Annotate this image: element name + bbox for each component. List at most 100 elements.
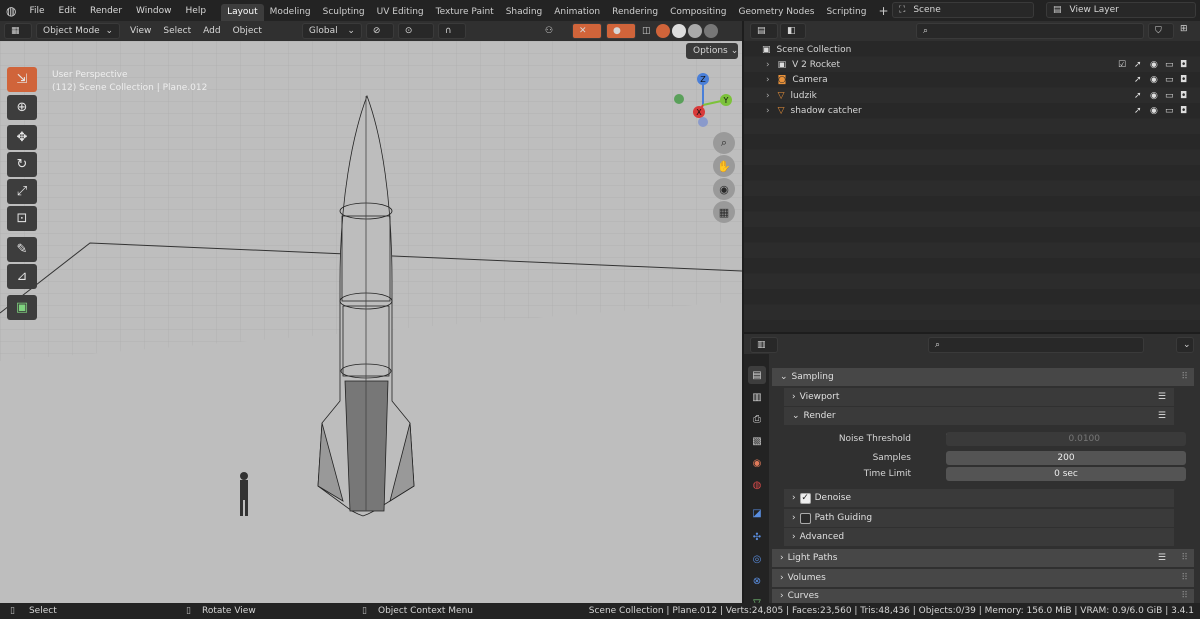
outliner-item-v-2-rocket[interactable]: › ▣ V 2 Rocket ☑ ➚ ◉ ▭ ◘ (744, 57, 1200, 72)
render-camera-icon[interactable]: ◘ (1180, 106, 1187, 116)
volumes-panel-header[interactable]: › Volumes ⠿ (772, 569, 1194, 587)
zoom-icon[interactable]: ⌕ (713, 132, 735, 154)
object-properties-tab-icon[interactable] (748, 482, 766, 500)
hand-pan-icon[interactable]: ✋ (713, 155, 735, 177)
constraints-tab-icon[interactable]: ⊗ (748, 572, 766, 590)
measure-tool-icon[interactable]: ⊿ (7, 264, 37, 289)
chevron-right-icon[interactable]: › (766, 75, 770, 85)
output-tab-icon[interactable]: ⎙ (748, 410, 766, 428)
options-dropdown[interactable]: Options ⌄ (686, 43, 738, 59)
denoise-checkbox[interactable]: ✓ (799, 492, 811, 504)
select-toggle-icon[interactable]: ➚ (1134, 106, 1142, 116)
tab-sculpting[interactable]: Sculpting (317, 4, 371, 21)
select-box-tool-icon[interactable]: ⇲ (7, 67, 37, 92)
monitor-icon[interactable]: ▭ (1165, 91, 1174, 101)
outliner-item-shadow-catcher[interactable]: › ▽ shadow catcher ➚ ◉ ▭ ◘ (744, 104, 1200, 119)
render-camera-icon[interactable]: ◘ (1180, 60, 1187, 70)
snap-icon[interactable]: ⊙ (397, 23, 434, 39)
scene-tab-icon[interactable]: ◉ (748, 454, 766, 472)
visibility-icon[interactable]: ⚇ (545, 26, 553, 36)
tool-tab-icon[interactable]: ▤ (748, 366, 766, 384)
view-layer-selector[interactable]: ▤ View Layer (1046, 2, 1196, 18)
monitor-icon[interactable]: ▭ (1165, 106, 1174, 116)
annotate-tool-icon[interactable]: ✎ (7, 237, 37, 262)
rotate-tool-icon[interactable]: ↻ (7, 152, 37, 177)
drag-handle-icon[interactable]: ⠿ (1181, 553, 1188, 563)
menu-file[interactable]: File (22, 6, 51, 16)
3d-viewport[interactable]: User Perspective (112) Scene Collection … (0, 41, 742, 603)
eye-icon[interactable]: ◉ (1150, 106, 1158, 116)
outliner-editor-type-icon[interactable]: ▤ (750, 23, 778, 39)
tab-animation[interactable]: Animation (548, 4, 606, 21)
exclude-checkbox-icon[interactable]: ☑ (1118, 60, 1126, 70)
drag-handle-icon[interactable]: ⠿ (1181, 573, 1188, 583)
pivot-icon[interactable]: ⊘ (365, 23, 394, 39)
path-guiding-subpanel[interactable]: › Path Guiding (784, 509, 1174, 527)
wireframe-shading-icon[interactable] (656, 24, 670, 38)
monitor-icon[interactable]: ▭ (1165, 60, 1174, 70)
advanced-subpanel[interactable]: › Advanced (784, 528, 1174, 546)
render-camera-icon[interactable]: ◘ (1180, 75, 1187, 85)
tab-texture-paint[interactable]: Texture Paint (430, 4, 500, 21)
select-toggle-icon[interactable]: ➚ (1134, 91, 1142, 101)
render-tab-icon[interactable]: ▥ (748, 388, 766, 406)
tab-uv-editing[interactable]: UV Editing (371, 4, 430, 21)
physics-tab-icon[interactable]: ◎ (748, 550, 766, 568)
properties-editor-type-icon[interactable]: ▥ (750, 337, 778, 353)
camera-view-icon[interactable]: ◉ (713, 178, 735, 200)
outliner-search-input[interactable]: ⌕ (916, 23, 1144, 39)
perspective-grid-icon[interactable]: ▦ (713, 201, 735, 223)
viewport-menu-object[interactable]: Object (227, 26, 268, 36)
chevron-right-icon[interactable]: › (766, 91, 770, 101)
samples-field[interactable]: 200 (946, 451, 1186, 465)
display-mode-icon[interactable]: ◧ (780, 23, 806, 39)
menu-window[interactable]: Window (129, 6, 179, 16)
blender-logo-icon[interactable]: ◍ (6, 4, 16, 18)
tab-layout[interactable]: Layout (221, 4, 264, 21)
viewport-menu-view[interactable]: View (124, 26, 157, 36)
add-cube-tool-icon[interactable]: ▣ (7, 295, 37, 320)
eye-icon[interactable]: ◉ (1150, 75, 1158, 85)
viewport-menu-select[interactable]: Select (157, 26, 197, 36)
cursor-tool-icon[interactable]: ⊕ (7, 95, 37, 120)
curves-panel-header[interactable]: › Curves ⠿ (772, 589, 1194, 603)
render-camera-icon[interactable]: ◘ (1180, 91, 1187, 101)
outliner-item-camera[interactable]: › ◙ Camera ➚ ◉ ▭ ◘ (744, 73, 1200, 88)
view-layer-tab-icon[interactable]: ▧ (748, 432, 766, 450)
add-workspace-button[interactable]: + (878, 4, 888, 18)
path-guiding-checkbox[interactable] (799, 512, 811, 524)
viewport-menu-add[interactable]: Add (197, 26, 226, 36)
rendered-shading-icon[interactable] (704, 24, 718, 38)
gizmo-toggle-icon[interactable]: ✕ (572, 23, 602, 39)
render-subpanel[interactable]: ⌄ Render ☰ (784, 407, 1174, 425)
xray-icon[interactable]: ◫ (642, 26, 651, 36)
editor-type-icon[interactable]: ▦ (4, 23, 32, 39)
list-icon[interactable]: ☰ (1158, 553, 1166, 563)
chevron-down-icon[interactable]: ⌄ (1176, 337, 1194, 353)
move-tool-icon[interactable]: ✥ (7, 125, 37, 150)
eye-icon[interactable]: ◉ (1150, 91, 1158, 101)
chevron-right-icon[interactable]: › (766, 60, 770, 70)
solid-shading-icon[interactable] (672, 24, 686, 38)
mode-dropdown[interactable]: Object Mode ⌄ (36, 23, 120, 39)
transform-tool-icon[interactable]: ⊡ (7, 206, 37, 231)
scale-tool-icon[interactable]: ⤢ (7, 179, 37, 204)
properties-search-input[interactable]: ⌕ (928, 337, 1144, 353)
light-paths-panel-header[interactable]: › Light Paths ☰ ⠿ (772, 549, 1194, 567)
tab-geometry-nodes[interactable]: Geometry Nodes (733, 4, 821, 21)
particles-tab-icon[interactable]: ✣ (748, 528, 766, 546)
denoise-subpanel[interactable]: › ✓ Denoise (784, 489, 1174, 507)
tab-rendering[interactable]: Rendering (606, 4, 664, 21)
chevron-right-icon[interactable]: › (766, 106, 770, 116)
monitor-icon[interactable]: ▭ (1165, 75, 1174, 85)
scene-selector[interactable]: ⛶ Scene (892, 2, 1034, 18)
tab-compositing[interactable]: Compositing (664, 4, 732, 21)
sampling-panel-header[interactable]: ⌄ Sampling ⠿ (772, 368, 1194, 386)
select-toggle-icon[interactable]: ➚ (1134, 75, 1142, 85)
menu-edit[interactable]: Edit (52, 6, 83, 16)
filter-icon[interactable]: ⛉ (1148, 23, 1174, 39)
menu-help[interactable]: Help (179, 6, 214, 16)
outliner-item-ludzik[interactable]: › ▽ ludzik ➚ ◉ ▭ ◘ (744, 88, 1200, 103)
list-icon[interactable]: ☰ (1158, 392, 1166, 402)
proportional-edit-icon[interactable]: ∩ (437, 23, 466, 39)
